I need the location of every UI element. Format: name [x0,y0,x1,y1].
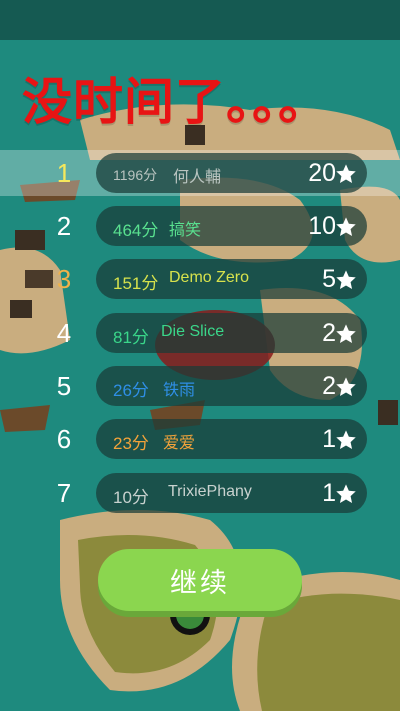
player-score: 26分 [113,381,149,400]
star-count: 10 [308,212,336,240]
player-name: Die Slice [161,323,225,340]
player-name: 爱爱 [163,435,196,452]
rank-number: 6 [56,424,72,454]
star-icon [335,376,357,398]
star-icon [335,429,357,451]
player-name: Demo Zero [169,269,250,286]
player-name: 搞笑 [169,222,202,239]
rank-number: 3 [56,264,72,294]
star-icon [335,216,357,238]
leaderboard-row: 2 464分 搞笑 10 [0,203,400,249]
star-icon [335,323,357,345]
leaderboard-row: 5 26分 铁雨 2 [0,363,400,409]
star-icon [335,163,357,185]
player-name: 何人輔 [173,169,222,186]
player-score: 151分 [113,274,159,293]
rank-number: 1 [56,158,72,188]
time-up-title: 没时间了。。。 [22,73,329,131]
leaderboard-row: 6 23分 爱爱 1 [0,416,400,462]
player-score: 81分 [113,328,149,347]
rank-number: 4 [56,318,72,348]
leaderboard-row: 1 1196分 何人輔 20 [0,150,400,196]
star-icon [335,483,357,505]
star-count: 2 [322,319,336,347]
rank-number: 2 [56,211,72,241]
player-score: 1196分 [113,167,158,183]
leaderboard-row: 3 151分 Demo Zero 5 [0,256,400,302]
star-count: 20 [308,159,336,187]
player-score: 464分 [113,221,159,240]
leaderboard-row: 4 81分 Die Slice 2 [0,310,400,356]
star-count: 2 [322,372,336,400]
star-count: 1 [322,479,336,507]
rank-number: 5 [56,371,72,401]
player-name: 铁雨 [163,382,196,399]
player-score: 23分 [113,434,149,453]
star-icon [335,269,357,291]
leaderboard-row: 7 10分 TrixiePhany 1 [0,470,400,516]
player-name: TrixiePhany [168,483,252,500]
star-count: 5 [322,265,336,293]
player-score: 10分 [113,488,149,507]
star-count: 1 [322,425,336,453]
rank-number: 7 [56,478,72,508]
continue-button[interactable]: 继续 [98,549,302,611]
